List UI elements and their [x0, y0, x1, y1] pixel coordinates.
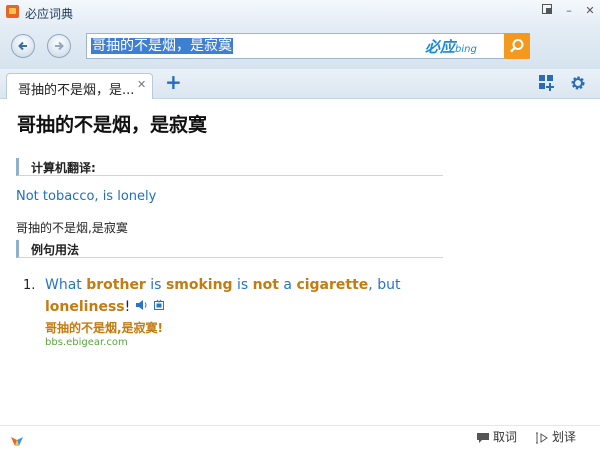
title-bar: 必应词典 – ✕ — [0, 0, 600, 24]
tab-close-icon[interactable]: ✕ — [137, 78, 146, 91]
add-widget-icon[interactable] — [538, 74, 558, 94]
tab-current[interactable]: 哥抽的不是烟，是... ✕ — [6, 73, 153, 99]
example-english-line1: What brother is smoking is not a cigaret… — [45, 277, 401, 293]
source-text: 哥抽的不是烟,是寂寞 — [16, 221, 128, 235]
machine-translation: Not tobacco, is lonely — [16, 189, 157, 204]
search-icon — [510, 39, 524, 53]
copy-icon[interactable] — [153, 299, 165, 315]
bing-logo: 必应bing — [425, 38, 477, 56]
app-logo-icon — [6, 5, 19, 18]
search-bar: 哥抽的不是烟，是寂寞 必应bing — [0, 24, 600, 69]
text-cursor-icon — [536, 432, 548, 443]
select-translate-toggle[interactable]: 划译 — [535, 429, 576, 445]
machine-translation-header: 计算机翻译: — [16, 158, 443, 176]
speech-bubble-icon — [477, 432, 489, 443]
bing-dict-logo-icon — [10, 432, 24, 451]
example-english-line2: loneliness! — [45, 299, 165, 315]
example-source[interactable]: bbs.ebigear.com — [45, 337, 128, 348]
mini-mode-icon[interactable] — [539, 3, 555, 19]
bottom-bar: 取词 划译 — [0, 425, 600, 450]
arrow-right-icon — [55, 41, 64, 51]
search-query[interactable]: 哥抽的不是烟，是寂寞 — [91, 38, 233, 54]
example-chinese: 哥抽的不是烟,是寂寞! — [45, 321, 164, 335]
search-button[interactable] — [504, 33, 530, 59]
example-number: 1. — [23, 278, 36, 293]
back-button[interactable] — [11, 34, 35, 58]
close-button[interactable]: ✕ — [582, 3, 598, 19]
result-panel: 哥抽的不是烟，是寂寞 计算机翻译: Not tobacco, is lonely… — [0, 100, 600, 425]
tab-label: 哥抽的不是烟，是... — [18, 83, 135, 98]
search-input[interactable]: 哥抽的不是烟，是寂寞 必应bing — [86, 33, 530, 59]
app-title: 必应词典 — [25, 7, 74, 21]
speaker-icon[interactable] — [135, 299, 149, 315]
settings-gear-icon[interactable] — [569, 74, 589, 94]
headword: 哥抽的不是烟，是寂寞 — [17, 114, 208, 136]
tab-strip: 哥抽的不是烟，是... ✕ + — [0, 69, 600, 99]
minimize-button[interactable]: – — [561, 3, 577, 19]
arrow-left-icon — [18, 41, 27, 51]
forward-button[interactable] — [47, 34, 71, 58]
lookup-toggle[interactable]: 取词 — [476, 429, 517, 445]
new-tab-button[interactable]: + — [165, 72, 182, 92]
examples-header: 例句用法 — [16, 240, 443, 258]
